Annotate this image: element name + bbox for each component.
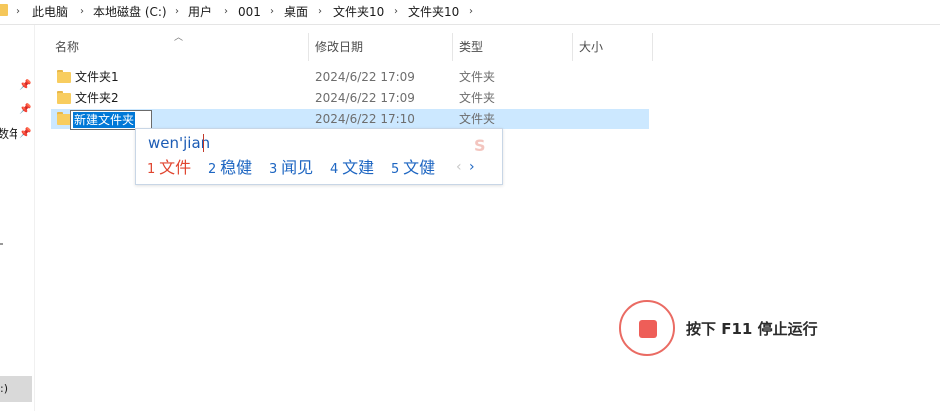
file-modified: 2024/6/22 17:09: [315, 91, 415, 105]
column-divider[interactable]: [308, 33, 309, 61]
chevron-right-icon[interactable]: ›: [175, 4, 179, 20]
column-header-type[interactable]: 类型: [459, 35, 483, 59]
stop-icon: [639, 320, 657, 338]
breadcrumb-desktop[interactable]: 桌面: [284, 4, 308, 20]
ime-candidate-5[interactable]: 5 文健: [391, 157, 435, 181]
breadcrumb-local-disk[interactable]: 本地磁盘 (C:): [93, 4, 167, 20]
file-modified: 2024/6/22 17:10: [315, 112, 415, 126]
candidate-number: 1: [147, 162, 156, 177]
breadcrumb-folder10-current[interactable]: 文件夹10: [408, 4, 459, 20]
file-name: 文件夹2: [75, 91, 119, 105]
chevron-right-icon[interactable]: ›: [16, 4, 20, 20]
column-divider[interactable]: [572, 33, 573, 61]
chevron-right-icon[interactable]: ›: [224, 4, 228, 20]
column-divider[interactable]: [652, 33, 653, 61]
ime-candidate-2[interactable]: 2 稳健: [208, 157, 252, 181]
candidate-number: 3: [269, 162, 278, 177]
nav-item-label[interactable]: 数年: [0, 125, 17, 142]
candidate-word: 文件: [159, 158, 192, 177]
column-header-modified[interactable]: 修改日期: [315, 35, 363, 59]
file-type: 文件夹: [459, 70, 496, 84]
ime-candidate-4[interactable]: 4 文建: [330, 157, 374, 181]
candidate-number: 2: [208, 162, 217, 177]
candidate-number: 4: [330, 162, 339, 177]
file-type: 文件夹: [459, 91, 496, 105]
stop-recording-button[interactable]: [619, 300, 675, 356]
nav-divider: [0, 243, 3, 245]
pin-icon[interactable]: 📌: [19, 80, 31, 91]
candidate-word: 文健: [403, 158, 436, 177]
column-header-size[interactable]: 大小: [579, 35, 603, 59]
chevron-right-icon[interactable]: ›: [270, 4, 274, 20]
sort-ascending-icon: ︿: [174, 33, 184, 43]
column-header-name[interactable]: 名称: [55, 35, 79, 59]
folder-icon: [57, 70, 71, 84]
chevron-right-icon[interactable]: ›: [80, 4, 84, 20]
address-bar[interactable]: › 此电脑 › 本地磁盘 (C:) › 用户 › 001 › 桌面 › 文件夹1…: [0, 0, 940, 25]
rename-selected-text[interactable]: 新建文件夹: [73, 112, 136, 128]
stop-hint-text: 按下 F11 停止运行: [686, 320, 818, 338]
nav-item-local-disk[interactable]: :): [0, 376, 32, 402]
breadcrumb-users[interactable]: 用户: [188, 4, 212, 20]
ime-candidate-1[interactable]: 1 文件: [147, 157, 191, 181]
file-name: 文件夹1: [75, 70, 119, 84]
folder-icon: [57, 91, 71, 105]
ime-prev-page-icon[interactable]: ‹: [456, 159, 462, 175]
folder-icon: [0, 4, 8, 16]
chevron-right-icon[interactable]: ›: [394, 4, 398, 20]
file-row-folder2[interactable]: 文件夹2 2024/6/22 17:09 文件夹: [51, 88, 649, 108]
column-divider[interactable]: [452, 33, 453, 61]
navigation-pane[interactable]: 📌 📌 📌 数年 :): [0, 25, 35, 411]
ime-candidate-window[interactable]: wen'jian S 1 文件 2 稳健 3 闻见 4 文建 5 文健 ‹ ›: [135, 128, 503, 185]
chevron-right-icon[interactable]: ›: [469, 4, 473, 20]
pin-icon[interactable]: 📌: [19, 104, 31, 115]
file-row-folder1[interactable]: 文件夹1 2024/6/22 17:09 文件夹: [51, 67, 649, 87]
breadcrumb-user-001[interactable]: 001: [238, 4, 261, 20]
candidate-word: 闻见: [281, 158, 314, 177]
sogou-logo-icon: S: [474, 136, 486, 155]
file-modified: 2024/6/22 17:09: [315, 70, 415, 84]
breadcrumb-this-pc[interactable]: 此电脑: [32, 4, 68, 20]
candidate-word: 稳健: [220, 158, 253, 177]
folder-icon: [57, 112, 71, 126]
candidate-word: 文建: [342, 158, 375, 177]
breadcrumb-folder10[interactable]: 文件夹10: [333, 4, 384, 20]
candidate-number: 5: [391, 162, 400, 177]
ime-next-page-icon[interactable]: ›: [469, 159, 475, 175]
ime-composition-text: wen'jian: [148, 134, 211, 152]
ime-candidate-3[interactable]: 3 闻见: [269, 157, 313, 181]
pin-icon[interactable]: 📌: [19, 128, 31, 139]
file-type: 文件夹: [459, 112, 496, 126]
chevron-right-icon[interactable]: ›: [318, 4, 322, 20]
ime-caret: [203, 134, 204, 152]
rename-input[interactable]: 新建文件夹: [70, 110, 152, 130]
